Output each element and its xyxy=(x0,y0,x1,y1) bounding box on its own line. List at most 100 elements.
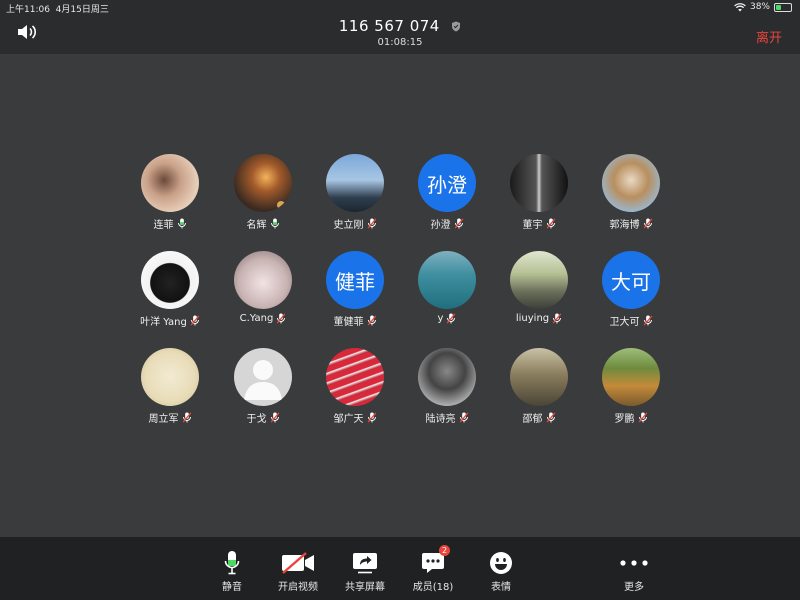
participant-name-row: 连菲 xyxy=(125,216,215,231)
participant-name-row: 董宇 xyxy=(494,216,584,231)
mic-on-icon xyxy=(177,218,186,229)
participant-name: 董健菲 xyxy=(333,317,364,328)
participant-tile[interactable]: 郭海博 xyxy=(586,154,676,231)
avatar: 大可 xyxy=(602,251,660,309)
avatar xyxy=(141,251,199,309)
participant-tile[interactable]: C.Yang xyxy=(218,251,308,324)
mic-muted-icon xyxy=(552,313,562,324)
video-label: 开启视频 xyxy=(278,582,318,593)
mic-on-icon xyxy=(270,218,279,229)
start-video-button[interactable]: 开启视频 xyxy=(263,549,333,593)
participant-name-row: 邵郁 xyxy=(494,410,584,425)
avatar xyxy=(141,154,199,212)
mic-muted-icon xyxy=(367,218,376,229)
participant-grid: 连菲 名辉 史立刚 孙澄 孙澄 董宇 郭海博 叶洋 Yang C.Yang 健菲 董健菲 y liuyi… xyxy=(0,0,800,600)
mic-muted-icon xyxy=(190,315,200,326)
avatar: 孙澄 xyxy=(418,154,476,212)
participant-name: 卫大可 xyxy=(609,317,640,328)
participant-tile[interactable]: 于戈 xyxy=(218,348,308,425)
participant-name-row: 卫大可 xyxy=(586,313,676,328)
mute-label: 静音 xyxy=(222,582,242,593)
mic-muted-icon xyxy=(643,315,652,326)
participant-tile[interactable]: 董宇 xyxy=(494,154,584,231)
mic-muted-icon xyxy=(638,412,647,423)
participant-name: y xyxy=(437,313,444,324)
smiley-icon xyxy=(490,552,512,574)
members-label: 成员(18) xyxy=(412,582,454,593)
mic-muted-icon xyxy=(546,412,555,423)
participant-name-row: 于戈 xyxy=(218,410,308,425)
participant-name-row: 史立刚 xyxy=(310,216,400,231)
avatar xyxy=(326,348,384,406)
participant-name-row: 董健菲 xyxy=(310,313,400,328)
participant-name: C.Yang xyxy=(239,313,274,324)
members-button[interactable]: 2 成员(18) xyxy=(398,545,468,593)
avatar: 健菲 xyxy=(326,251,384,309)
mic-muted-icon xyxy=(546,218,555,229)
avatar xyxy=(141,348,199,406)
participant-name: 叶洋 Yang xyxy=(140,317,187,328)
emoji-label: 表情 xyxy=(491,582,511,593)
participant-name: 孙澄 xyxy=(430,220,451,231)
share-screen-button[interactable]: 共享屏幕 xyxy=(330,549,400,593)
more-label: 更多 xyxy=(624,582,644,593)
participant-name: 陆诗亮 xyxy=(425,414,456,425)
avatar-initials: 健菲 xyxy=(335,269,375,294)
avatar xyxy=(326,154,384,212)
more-dots-icon xyxy=(620,560,648,566)
participant-tile[interactable]: 孙澄 孙澄 xyxy=(402,154,492,231)
participant-tile[interactable]: 陆诗亮 xyxy=(402,348,492,425)
avatar xyxy=(234,251,292,309)
host-badge-icon xyxy=(276,200,286,210)
participant-tile[interactable]: 叶洋 Yang xyxy=(125,251,215,328)
participant-tile[interactable]: 周立军 xyxy=(125,348,215,425)
participant-name-row: C.Yang xyxy=(218,313,308,324)
participant-tile[interactable]: 史立刚 xyxy=(310,154,400,231)
participant-tile[interactable]: 邹广天 xyxy=(310,348,400,425)
avatar xyxy=(510,154,568,212)
participant-name: 连菲 xyxy=(153,220,174,231)
participant-name-row: 名辉 xyxy=(218,216,308,231)
participant-name: 名辉 xyxy=(246,220,267,231)
default-person-icon xyxy=(244,360,282,400)
participant-name-row: 孙澄 xyxy=(402,216,492,231)
avatar xyxy=(602,348,660,406)
participant-name-row: 叶洋 Yang xyxy=(125,313,215,328)
participant-tile[interactable]: 罗鹏 xyxy=(586,348,676,425)
participant-name: 罗鹏 xyxy=(614,414,635,425)
participant-name: 周立军 xyxy=(148,414,179,425)
participant-name: liuying xyxy=(515,313,550,324)
microphone-icon xyxy=(224,551,240,575)
mute-button[interactable]: 静音 xyxy=(197,549,267,593)
participant-name: 邵郁 xyxy=(522,414,543,425)
avatar xyxy=(418,348,476,406)
participant-tile[interactable]: 名辉 xyxy=(218,154,308,231)
participant-name: 于戈 xyxy=(246,414,267,425)
participant-name-row: 周立军 xyxy=(125,410,215,425)
participant-name-row: 邹广天 xyxy=(310,410,400,425)
mic-muted-icon xyxy=(270,412,279,423)
participant-tile[interactable]: liuying xyxy=(494,251,584,324)
mic-muted-icon xyxy=(643,218,652,229)
participant-tile[interactable]: 大可卫大可 xyxy=(586,251,676,328)
more-button[interactable]: 更多 xyxy=(599,549,669,593)
bottom-toolbar: 静音 开启视频 共享屏幕 2 成员(18) 表情 更多 xyxy=(0,537,800,600)
mic-muted-icon xyxy=(454,218,463,229)
avatar xyxy=(418,251,476,309)
mic-muted-icon xyxy=(367,315,376,326)
mic-muted-icon xyxy=(447,313,456,324)
mic-muted-icon xyxy=(182,412,191,423)
avatar xyxy=(510,251,568,309)
participant-tile[interactable]: 健菲 董健菲 xyxy=(310,251,400,328)
participant-tile[interactable]: 连菲 xyxy=(125,154,215,231)
emoji-button[interactable]: 表情 xyxy=(466,549,536,593)
share-label: 共享屏幕 xyxy=(345,582,385,593)
participant-name-row: 罗鹏 xyxy=(586,410,676,425)
participant-tile[interactable]: y xyxy=(402,251,492,324)
avatar xyxy=(510,348,568,406)
participant-tile[interactable]: 邵郁 xyxy=(494,348,584,425)
avatar xyxy=(234,154,292,212)
avatar xyxy=(234,348,292,406)
participant-name-row: liuying xyxy=(494,313,584,324)
participant-name-row: 陆诗亮 xyxy=(402,410,492,425)
